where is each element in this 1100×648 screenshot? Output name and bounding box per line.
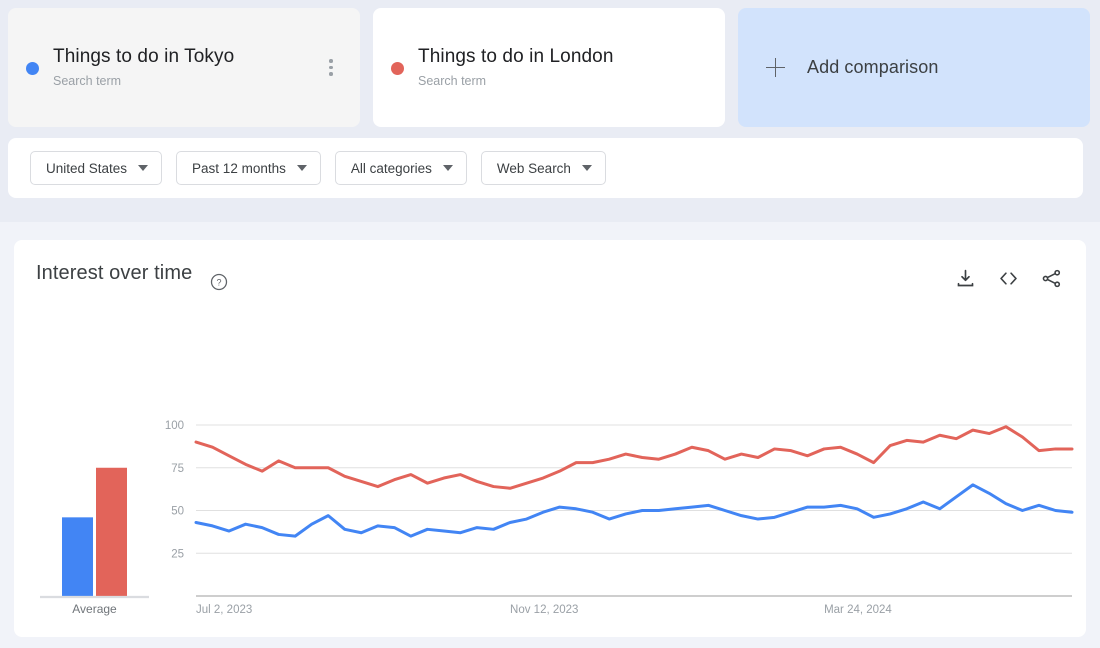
search-term-subtitle-1: Search term (418, 74, 487, 88)
search-term-subtitle-0: Search term (53, 74, 122, 88)
average-bar-0 (62, 517, 93, 596)
average-bars-label: Average (72, 602, 117, 616)
embed-code-icon[interactable] (998, 268, 1019, 289)
average-bar-chart: Average (40, 467, 149, 616)
share-icon[interactable] (1041, 268, 1062, 289)
chart-plot-area[interactable]: Average 25 50 75 100 Jul 2, 2023 Nov 12, 202… (14, 306, 1086, 637)
interest-over-time-chart[interactable]: Average 25 50 75 100 Jul 2, 2023 Nov 12, 202… (14, 306, 1086, 637)
help-circle-icon[interactable]: ? (210, 273, 228, 291)
filter-timerange[interactable]: Past 12 months (176, 151, 321, 185)
search-terms-row: Things to do in Tokyo Search term Things… (8, 8, 1092, 127)
search-term-title-1: Things to do in London (418, 46, 614, 67)
filter-location-label: United States (46, 160, 128, 176)
search-term-text-1: Things to do in London Search term (418, 45, 707, 90)
x-tick-label: Mar 24, 2024 (824, 604, 892, 616)
series-color-dot-0 (26, 62, 39, 75)
search-term-title-0: Things to do in Tokyo (53, 46, 235, 67)
chevron-down-icon (138, 165, 149, 171)
chevron-down-icon (581, 165, 592, 171)
x-tick-label: Jul 2, 2023 (196, 604, 252, 616)
average-bar-1 (96, 467, 127, 596)
x-axis-tick-labels: Jul 2, 2023 Nov 12, 2023 Mar 24, 2024 (196, 604, 892, 616)
y-tick-label: 25 (171, 548, 184, 560)
series-color-dot-1 (391, 62, 404, 75)
y-axis-tick-labels: 25 50 75 100 (165, 420, 184, 560)
search-term-text-0: Things to do in Tokyo Search term (53, 45, 320, 90)
chart-series-lines (194, 425, 1074, 538)
plus-icon (766, 58, 785, 77)
chevron-down-icon (442, 165, 453, 171)
interest-over-time-card: Interest over time ? Average 25 50 75 10… (14, 240, 1086, 637)
filter-category[interactable]: All categories (334, 151, 467, 185)
google-trends-page: Things to do in Tokyo Search term Things… (0, 0, 1100, 648)
series-line-1 (194, 425, 1074, 490)
y-tick-label: 100 (165, 420, 184, 432)
add-comparison-button[interactable]: Add comparison (738, 8, 1090, 127)
add-comparison-label: Add comparison (807, 57, 939, 77)
search-term-card-0[interactable]: Things to do in Tokyo Search term (8, 8, 360, 127)
kebab-menu-icon[interactable] (320, 55, 342, 81)
filter-search-type[interactable]: Web Search (480, 151, 606, 185)
chevron-down-icon (296, 165, 307, 171)
filter-location[interactable]: United States (30, 151, 163, 185)
download-icon[interactable] (955, 268, 976, 289)
page-title: Interest over time (36, 262, 193, 284)
y-tick-label: 50 (171, 506, 184, 518)
y-tick-label: 75 (171, 463, 184, 475)
filters-bar: United States Past 12 months All categor… (8, 138, 1083, 198)
chart-actions (955, 268, 1062, 289)
filter-timerange-label: Past 12 months (192, 160, 286, 176)
search-term-card-1[interactable]: Things to do in London Search term (373, 8, 725, 127)
filter-category-label: All categories (350, 160, 432, 176)
filter-search-type-label: Web Search (496, 160, 571, 176)
chart-gridlines (196, 424, 1072, 554)
x-tick-label: Nov 12, 2023 (510, 604, 578, 616)
svg-text:?: ? (216, 277, 221, 287)
